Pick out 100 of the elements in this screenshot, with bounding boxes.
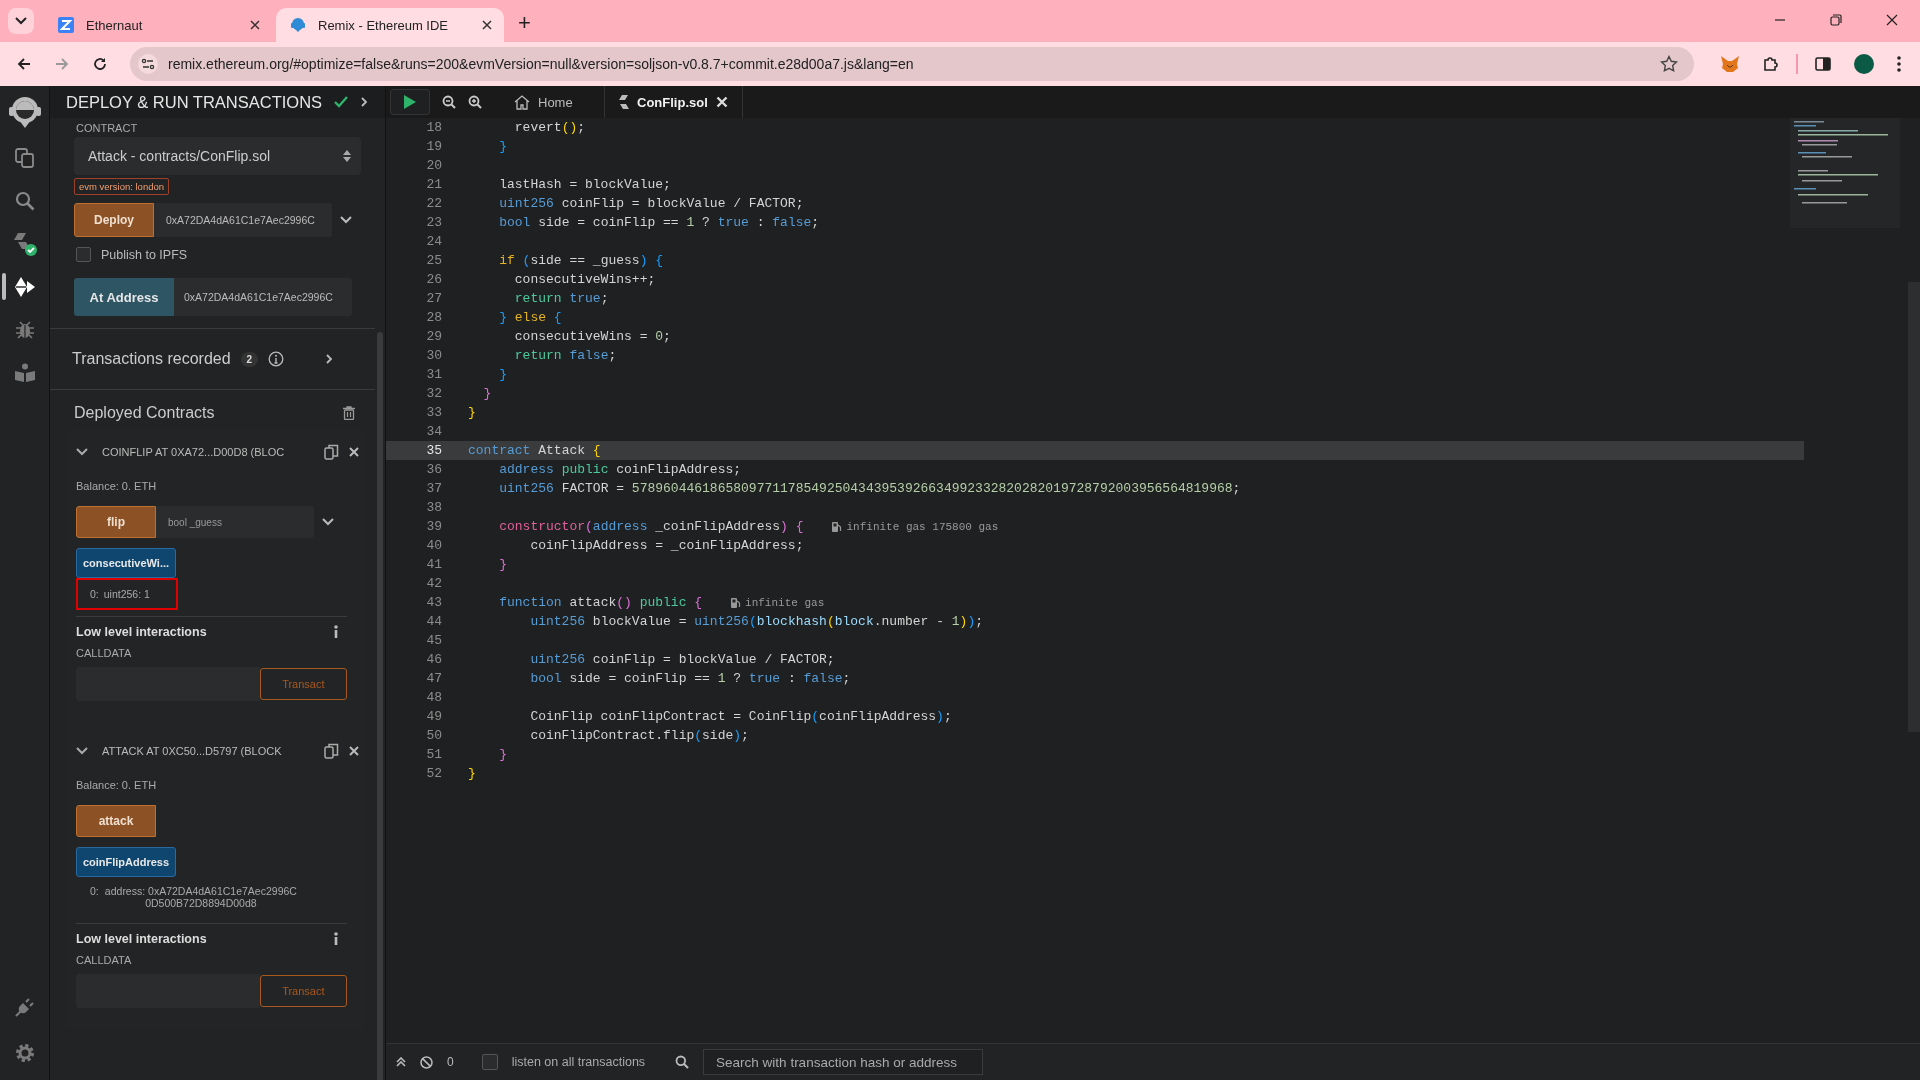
publish-checkbox[interactable] — [76, 247, 91, 262]
back-icon[interactable] — [16, 56, 32, 72]
files-icon[interactable] — [13, 146, 36, 169]
site-info-icon[interactable] — [138, 54, 158, 74]
chevron-right-icon[interactable] — [360, 96, 369, 108]
balance-label: Balance: 0. ETH — [76, 480, 158, 492]
line-number: 41 — [425, 557, 442, 572]
zoom-in-icon[interactable] — [468, 95, 482, 109]
editor-tab[interactable]: ConFlip.sol — [604, 86, 743, 118]
restore-icon[interactable] — [1830, 14, 1842, 26]
function-button[interactable]: coinFlipAddress — [76, 847, 176, 877]
star-icon[interactable] — [1660, 55, 1678, 73]
deployed-contracts-title: Deployed Contracts — [74, 404, 215, 422]
calldata-input[interactable] — [76, 974, 260, 1008]
code-line: } — [498, 747, 507, 762]
address-input[interactable]: 0xA72DA4dA61C1e7Aec2996C — [174, 278, 352, 316]
calldata-input[interactable] — [76, 667, 260, 701]
chevron-right-icon[interactable] — [325, 353, 333, 365]
search-field[interactable]: Search with transaction hash or address — [703, 1049, 984, 1075]
expand-icon[interactable] — [396, 1057, 406, 1067]
close-icon[interactable] — [1886, 14, 1898, 26]
scrollbar[interactable] — [377, 332, 383, 1080]
line-number: 44 — [425, 614, 442, 629]
instance-title[interactable]: COINFLIP AT 0XA72...D00D8 (BLOC — [102, 446, 285, 458]
info-icon[interactable] — [268, 351, 285, 367]
avatar-icon[interactable] — [1854, 54, 1874, 74]
function-button[interactable]: attack — [76, 805, 156, 837]
code-line: } — [468, 405, 476, 420]
function-button[interactable]: consecutiveWi... — [76, 548, 176, 578]
copy-icon[interactable] — [324, 743, 339, 759]
browser-tab[interactable]: Remix - Ethereum IDE — [276, 8, 504, 42]
code-line: } — [498, 557, 507, 572]
at-address-button[interactable]: At Address — [74, 278, 174, 316]
deploy-icon[interactable] — [13, 275, 36, 298]
line-number: 29 — [425, 329, 442, 344]
info-icon[interactable] — [333, 625, 339, 639]
line-number: 40 — [425, 538, 442, 553]
browser-tab[interactable]: Ethernaut — [44, 8, 272, 42]
caret-icon — [15, 17, 27, 25]
line-number: 25 — [425, 253, 442, 268]
fuel-pump-icon — [831, 520, 843, 533]
home-icon — [514, 94, 530, 110]
code-line: } else { — [498, 310, 562, 325]
extensions-icon[interactable] — [1762, 55, 1780, 73]
line-number: 46 — [425, 652, 442, 667]
trash-icon[interactable] — [343, 406, 355, 420]
chevron-down-icon[interactable] — [340, 216, 352, 224]
favicon-icon — [58, 17, 74, 33]
run-button[interactable] — [390, 89, 430, 115]
constructor-input[interactable]: 0xA72DA4dA61C1e7Aec2996C — [154, 203, 332, 237]
code-line: uint256 FACTOR = 57896044618658097711785492504343953926634992332820282019728792003956564819968; — [498, 481, 1241, 496]
line-number: 37 — [425, 481, 442, 496]
deploy-button[interactable]: Deploy — [74, 203, 154, 237]
line-number: 33 — [425, 405, 442, 420]
settings-icon[interactable] — [14, 1042, 35, 1063]
plug-icon[interactable] — [13, 996, 36, 1018]
chevron-down-icon[interactable] — [322, 518, 334, 526]
chevron-down-icon[interactable] — [76, 448, 88, 456]
info-icon[interactable] — [333, 932, 339, 946]
code-line: coinFlipAddress = _coinFlipAddress; — [529, 538, 804, 553]
listen-checkbox[interactable] — [481, 1054, 498, 1070]
code-line: return false; — [513, 348, 617, 363]
reload-icon[interactable] — [92, 56, 108, 72]
fox-icon[interactable] — [1720, 55, 1740, 73]
code-line: } — [482, 386, 492, 401]
line-number: 49 — [425, 709, 442, 724]
close-icon[interactable] — [250, 20, 260, 30]
copy-icon[interactable] — [324, 444, 339, 460]
line-number: 27 — [425, 291, 442, 306]
contract-select[interactable]: Attack - contracts/ConFlip.sol — [74, 137, 361, 175]
close-icon[interactable] — [349, 447, 359, 457]
clear-icon[interactable] — [420, 1055, 433, 1069]
publish-label: Publish to IPFS — [101, 247, 188, 262]
bug-icon[interactable] — [14, 319, 35, 340]
line-number: 24 — [425, 234, 442, 249]
code-line: uint256 blockValue = uint256(blockhash(block.number - 1)); — [529, 614, 983, 629]
code-line: consecutiveWins++; — [513, 272, 656, 287]
code-line: consecutiveWins = 0; — [513, 329, 671, 344]
minimap[interactable] — [1790, 118, 1900, 228]
search-icon — [675, 1055, 690, 1069]
side-panel-icon[interactable] — [1814, 55, 1832, 73]
address-field[interactable]: remix.ethereum.org/#optimize=false&runs=200&evmVersion=null&version=soljson-v0.8.7+commit.e28d00a7.js&lang=en — [130, 47, 1694, 81]
argument-input[interactable]: bool _guess — [156, 506, 314, 538]
zoom-out-icon[interactable] — [442, 95, 456, 109]
code-line: CoinFlip coinFlipContract = CoinFlip(coinFlipAddress); — [529, 709, 952, 724]
search-icon[interactable] — [14, 190, 35, 211]
function-button[interactable]: flip — [76, 506, 156, 538]
line-number: 52 — [425, 766, 442, 781]
chevron-down-icon[interactable] — [76, 747, 88, 755]
line-number: 21 — [425, 177, 442, 192]
close-icon[interactable] — [482, 20, 492, 30]
menu-icon[interactable] — [1896, 55, 1902, 73]
close-icon[interactable] — [349, 746, 359, 756]
new-tab-button[interactable]: + — [518, 12, 531, 34]
code-line: } — [498, 139, 507, 154]
tab-list-button[interactable] — [8, 8, 34, 34]
book-icon[interactable] — [13, 362, 36, 383]
compiler-icon[interactable] — [11, 230, 38, 257]
instance-title[interactable]: ATTACK AT 0XC50...D5797 (BLOCK — [102, 745, 282, 757]
editor-tab[interactable]: Home — [500, 86, 592, 118]
